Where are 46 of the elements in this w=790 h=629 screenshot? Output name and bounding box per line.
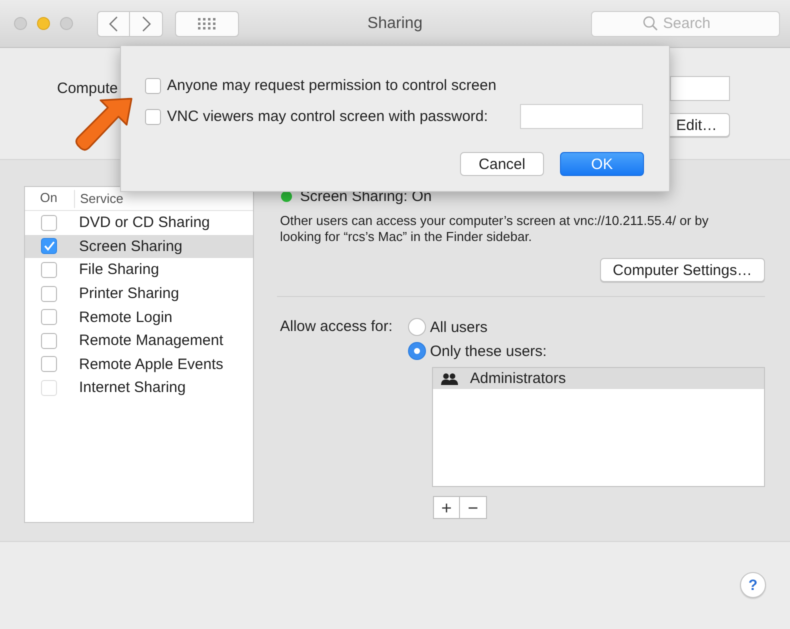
minimize-button[interactable] — [37, 17, 50, 30]
computer-name-label: Compute — [57, 80, 118, 97]
description-text: Other users can access your computer’s screen at vnc://10.211.55.4/ or by looking for “rcs’s Mac” in the Finder sidebar. — [280, 213, 710, 245]
group-icon — [441, 372, 458, 384]
remove-button[interactable]: − — [460, 496, 487, 519]
service-name[interactable]: Printer Sharing — [79, 285, 180, 302]
computer-settings-button[interactable]: Computer Settings… — [600, 258, 765, 282]
radio-button[interactable] — [408, 318, 426, 336]
column-header: On — [25, 190, 75, 208]
checkbox[interactable] — [41, 309, 57, 326]
service-name[interactable]: DVD or CD Sharing — [79, 214, 210, 232]
service-name[interactable]: Remote Login — [79, 308, 172, 326]
radio-option[interactable]: Only these users: — [408, 340, 547, 362]
computer-name-field[interactable] — [670, 76, 730, 101]
option-label[interactable]: VNC viewers may control screen with password: — [167, 108, 488, 125]
checkbox[interactable] — [41, 356, 57, 372]
chevron-left-icon — [109, 16, 118, 32]
checkbox[interactable] — [41, 332, 57, 349]
checkbox[interactable] — [41, 214, 57, 231]
column-header: Service — [79, 191, 124, 206]
checkbox[interactable] — [41, 286, 57, 302]
zoom-button[interactable] — [60, 17, 73, 30]
password-field[interactable] — [520, 104, 643, 129]
grid-icon — [198, 18, 216, 30]
radio-option[interactable]: All users — [408, 316, 547, 338]
checkbox[interactable] — [41, 262, 57, 278]
service-name[interactable]: Remote Management — [79, 332, 224, 350]
window-title: Sharing — [367, 14, 423, 32]
help-button[interactable]: ? — [740, 572, 766, 598]
show-all-button[interactable] — [175, 10, 239, 36]
search-icon — [643, 16, 658, 30]
service-name[interactable]: Remote Apple Events — [79, 356, 224, 373]
cancel-button[interactable]: Cancel — [460, 152, 544, 176]
forward-button[interactable] — [130, 10, 163, 36]
radio-button[interactable] — [408, 342, 426, 360]
back-button[interactable] — [97, 10, 130, 36]
checkbox[interactable] — [41, 238, 57, 254]
checkbox[interactable] — [145, 108, 161, 124]
close-button[interactable] — [14, 17, 27, 30]
checkbox[interactable] — [145, 78, 161, 94]
add-button[interactable]: + — [433, 496, 460, 519]
access-label: Allow access for: — [280, 317, 394, 337]
search-field[interactable]: Search — [591, 10, 780, 36]
chevron-right-icon — [142, 16, 150, 32]
service-name[interactable]: File Sharing — [79, 261, 160, 278]
option-label[interactable]: Anyone may request permission to control screen — [167, 77, 496, 94]
